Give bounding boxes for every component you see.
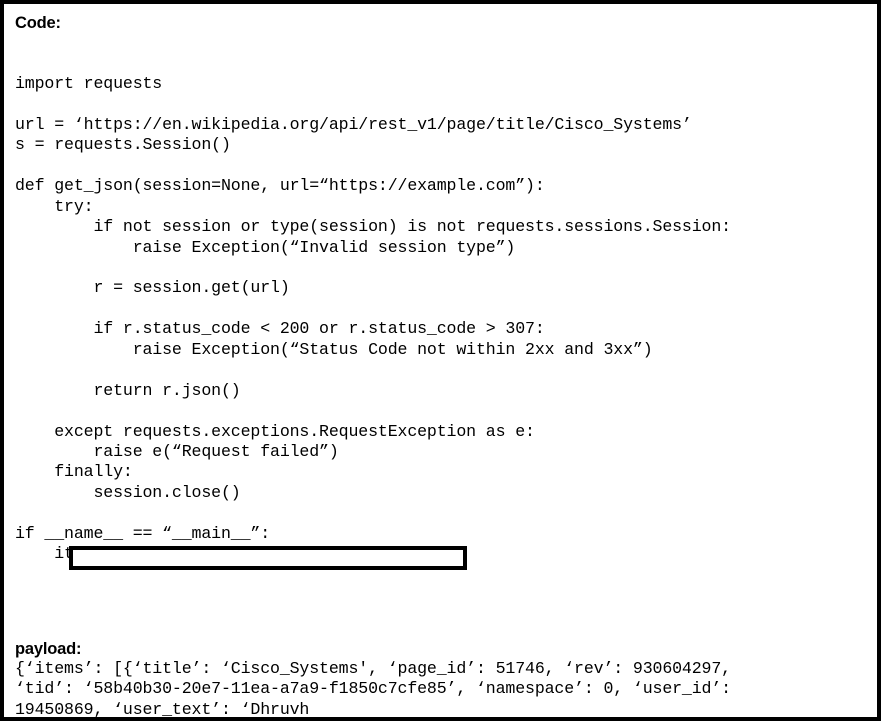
code-line: if not session or type(session) is not r… — [15, 217, 731, 237]
code-line: raise e(“Request failed”) — [15, 441, 339, 461]
code-line: raise Exception(“Invalid session type”) — [15, 237, 516, 257]
code-line: finally: — [15, 462, 133, 482]
code-line: except requests.exceptions.RequestExcept… — [15, 421, 535, 441]
code-line: s = requests.Session() — [15, 135, 231, 155]
code-line: if r.status_code < 200 or r.status_code … — [15, 319, 545, 339]
payload-block: {‘items’: [{‘title’: ‘Cisco_Systems', ‘p… — [15, 659, 867, 719]
payload-line: ‘tid’: ‘58b40b30-20e7-11ea-a7a9-f1850c7c… — [15, 679, 731, 699]
code-line: session.close() — [15, 482, 241, 502]
payload-section: payload: {‘items’: [{‘title’: ‘Cisco_Sys… — [15, 639, 867, 719]
code-line: raise Exception(“Status Code not within … — [15, 339, 653, 359]
payload-line: {‘items’: [{‘title’: ‘Cisco_Systems', ‘p… — [15, 659, 731, 679]
code-line: try: — [15, 196, 94, 216]
document-page: Code: import requests url = ‘https://en.… — [0, 0, 881, 721]
payload-line: 19450869, ‘user_text’: ‘Dhruvh — [15, 699, 310, 719]
code-line: def get_json(session=None, url=“https://… — [15, 176, 545, 196]
code-line: return r.json() — [15, 380, 241, 400]
code-line: import requests — [15, 73, 163, 93]
code-block: import requests url = ‘https://en.wikipe… — [15, 33, 867, 626]
payload-section-heading: payload: — [15, 640, 82, 659]
code-lines: import requests url = ‘https://en.wikipe… — [15, 74, 867, 565]
code-line: r = session.get(url) — [15, 278, 290, 298]
code-line: if __name__ == “__main__”: — [15, 523, 271, 543]
code-line: url = ‘https://en.wikipedia.org/api/rest… — [15, 114, 692, 134]
blank-answer-box[interactable] — [69, 546, 467, 570]
code-section-heading: Code: — [15, 14, 61, 32]
